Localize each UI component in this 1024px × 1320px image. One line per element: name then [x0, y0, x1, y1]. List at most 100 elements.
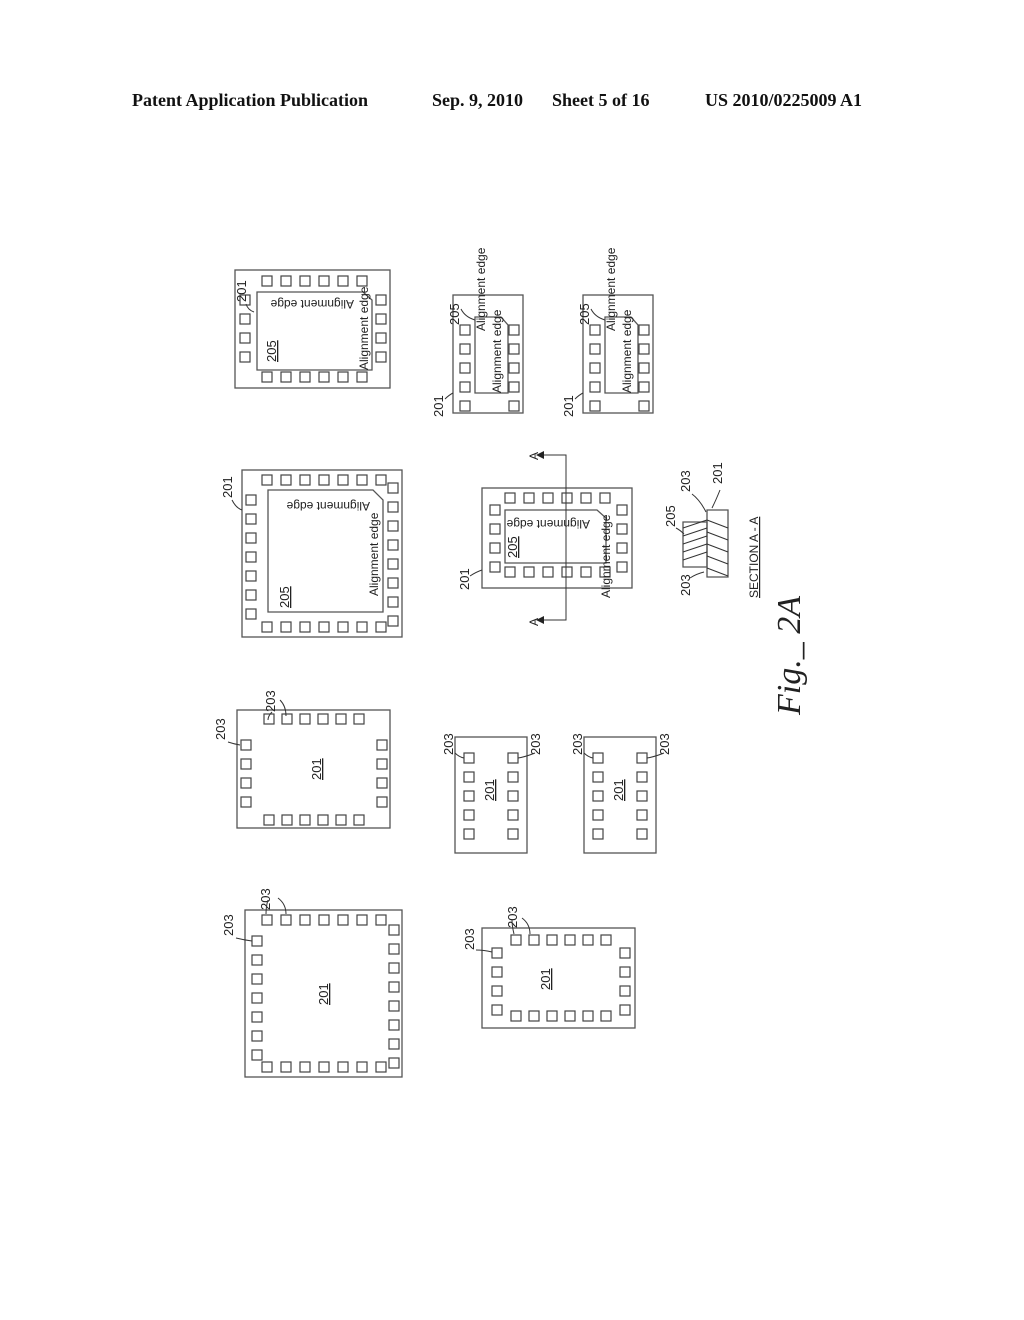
label-201: 201 [309, 758, 324, 780]
pad-203 [582, 934, 594, 946]
alignment-edge-label: Alignment edge [286, 499, 370, 513]
pad-203 [388, 981, 400, 993]
pad-203 [388, 1057, 400, 1069]
label-201: 201 [710, 462, 725, 484]
pad-203 [376, 777, 388, 789]
pad-203 [387, 596, 399, 608]
figure-2a-drawing: 201205Alignment edge Alignment edge201205… [213, 247, 808, 1078]
pad-203 [504, 492, 516, 504]
hatch-line [682, 527, 708, 537]
pad-203 [491, 985, 503, 997]
pad-203 [459, 324, 471, 336]
section-line [543, 454, 567, 621]
pad-203 [375, 351, 387, 363]
pad-203 [387, 482, 399, 494]
pad-203 [375, 313, 387, 325]
section-title: SECTION A - A [747, 517, 761, 598]
pad-203 [388, 1000, 400, 1012]
hatch-line [706, 519, 729, 529]
pad-203 [616, 561, 628, 573]
pad-203 [619, 1004, 631, 1016]
pad-203 [388, 943, 400, 955]
pad-203 [491, 1004, 503, 1016]
pad-203 [318, 275, 330, 287]
pad-203 [580, 566, 592, 578]
pad-203 [542, 492, 554, 504]
pad-203 [281, 713, 293, 725]
pad-203 [592, 771, 604, 783]
pad-203 [240, 777, 252, 789]
pad-203 [245, 494, 257, 506]
pad-203 [589, 343, 601, 355]
pad-203 [523, 492, 535, 504]
pad-203 [261, 1061, 273, 1073]
pad-203 [636, 752, 648, 764]
pad-203 [387, 520, 399, 532]
alignment-edge-label: Alignment edge [620, 309, 634, 393]
pad-203 [561, 566, 573, 578]
leader-line [691, 493, 707, 513]
pad-203 [245, 513, 257, 525]
pad-203 [387, 558, 399, 570]
pad-203 [463, 809, 475, 821]
pad-203 [561, 492, 573, 504]
section-marker-a: A [527, 452, 541, 460]
pad-203 [508, 324, 520, 336]
pad-203 [463, 790, 475, 802]
pad-203 [317, 814, 329, 826]
hatch-line [682, 519, 708, 529]
pad-203 [356, 275, 368, 287]
pad-203 [388, 1038, 400, 1050]
label-203: 203 [221, 914, 236, 936]
pad-203 [261, 474, 273, 486]
pad-203 [281, 814, 293, 826]
pad-203 [280, 914, 292, 926]
hatch-line [706, 543, 729, 553]
pad-203 [240, 739, 252, 751]
pad-203 [299, 1061, 311, 1073]
pad-203 [592, 752, 604, 764]
pad-203 [616, 523, 628, 535]
leader-line [454, 752, 465, 759]
pad-203 [251, 935, 263, 947]
pad-203 [589, 324, 601, 336]
leader-line [574, 392, 584, 400]
pad-203 [251, 1011, 263, 1023]
pad-203 [459, 400, 471, 412]
pad-203 [387, 501, 399, 513]
leader-line [583, 752, 594, 759]
pad-203 [459, 362, 471, 374]
pad-203 [251, 1030, 263, 1042]
pad-203 [337, 371, 349, 383]
pad-203 [491, 947, 503, 959]
pad-203 [299, 371, 311, 383]
pad-203 [280, 275, 292, 287]
pad-203 [619, 966, 631, 978]
label-201: 201 [611, 779, 626, 801]
hatch-line [706, 567, 729, 577]
pad-203 [245, 570, 257, 582]
pad-203 [337, 275, 349, 287]
pad-203 [375, 294, 387, 306]
pad-203 [263, 814, 275, 826]
pad-203 [636, 809, 648, 821]
pad-203 [375, 621, 387, 633]
pad-203 [489, 561, 501, 573]
label-203: 203 [657, 733, 672, 755]
pad-203 [245, 551, 257, 563]
pad-203 [564, 934, 576, 946]
pad-203 [239, 332, 251, 344]
pad-203 [507, 752, 519, 764]
label-201: 201 [561, 395, 576, 417]
pad-203 [280, 1061, 292, 1073]
pad-203 [510, 934, 522, 946]
pad-203 [489, 504, 501, 516]
pad-203 [388, 924, 400, 936]
pad-203 [459, 343, 471, 355]
pad-203 [638, 362, 650, 374]
label-203: 203 [263, 690, 278, 712]
label-203: 203 [258, 888, 273, 910]
pad-203 [318, 474, 330, 486]
pad-203 [251, 1049, 263, 1061]
pad-203 [318, 621, 330, 633]
